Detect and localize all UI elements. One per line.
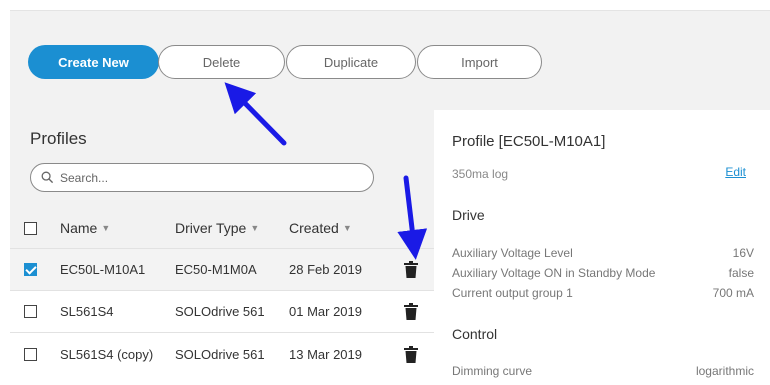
profiles-heading: Profiles [30,129,87,148]
drive-property: Auxiliary Voltage ON in Standby Mode fal… [452,266,754,280]
row-created: 28 Feb 2019 [289,262,363,277]
column-created-label: Created [289,220,339,236]
row-driver-type: SOLOdrive 561 [175,346,265,362]
trash-icon[interactable] [404,261,418,278]
trash-icon[interactable] [404,345,418,363]
row-checkbox[interactable] [24,347,37,361]
row-name: SL561S4 (copy) [60,346,154,362]
edit-link[interactable]: Edit [725,165,746,179]
table-row[interactable]: SL561S4 SOLOdrive 561 01 Mar 2019 [10,290,434,332]
property-value: false [728,266,754,280]
row-driver-type: EC50-M1M0A [175,262,257,277]
toolbar: Create New Delete Duplicate Import [10,10,770,110]
search-input[interactable]: Search... [30,163,374,192]
select-all-checkbox[interactable] [24,221,37,235]
sort-caret-icon: ▼ [250,223,260,233]
row-created: 01 Mar 2019 [289,304,362,319]
row-checkbox[interactable] [24,263,37,276]
row-name: SL561S4 [60,304,114,319]
property-value: 16V [732,246,754,260]
duplicate-button[interactable]: Duplicate [286,45,416,79]
table-header: Name ▼ Driver Type ▼ Created ▼ [10,208,434,248]
search-icon [41,171,54,184]
row-checkbox[interactable] [24,305,37,318]
drive-property: Current output group 1 700 mA [452,286,754,300]
column-driver-type[interactable]: Driver Type ▼ [175,208,259,248]
sort-caret-icon: ▼ [342,223,352,233]
drive-heading: Drive [452,207,485,223]
control-property: Dimming curve logarithmic [452,364,754,378]
column-created[interactable]: Created ▼ [289,208,352,248]
column-driver-type-label: Driver Type [175,220,247,236]
table-row[interactable]: EC50L-M10A1 EC50-M1M0A 28 Feb 2019 [10,248,434,290]
property-label: Auxiliary Voltage ON in Standby Mode [452,266,656,280]
row-created: 13 Mar 2019 [289,346,362,362]
property-value: 700 mA [712,286,754,300]
import-button[interactable]: Import [417,45,542,79]
create-new-button[interactable]: Create New [28,45,159,79]
property-label: Dimming curve [452,364,533,378]
delete-button[interactable]: Delete [158,45,285,79]
property-label: Auxiliary Voltage Level [452,246,573,260]
column-name[interactable]: Name ▼ [60,208,110,248]
profile-description: 350ma log [452,167,509,181]
table-row[interactable]: SL561S4 (copy) SOLOdrive 561 13 Mar 2019 [10,332,434,385]
property-value: logarithmic [695,364,754,378]
row-name: EC50L-M10A1 [60,262,146,277]
row-driver-type: SOLOdrive 561 [175,304,265,319]
trash-icon[interactable] [404,303,418,320]
sort-caret-icon: ▼ [101,223,111,233]
control-heading: Control [452,326,498,342]
profiles-panel: Profiles Search... Name ▼ Driver Type ▼ Cr… [10,110,434,385]
property-label: Current output group 1 [452,286,573,300]
profile-detail-panel: Profile [EC50L-M10A1] 350ma log Edit Dri… [434,110,770,385]
profile-title: Profile [EC50L-M10A1] [452,133,606,150]
column-name-label: Name [60,220,98,236]
search-placeholder: Search... [60,170,109,185]
drive-property: Auxiliary Voltage Level 16V [452,246,754,260]
